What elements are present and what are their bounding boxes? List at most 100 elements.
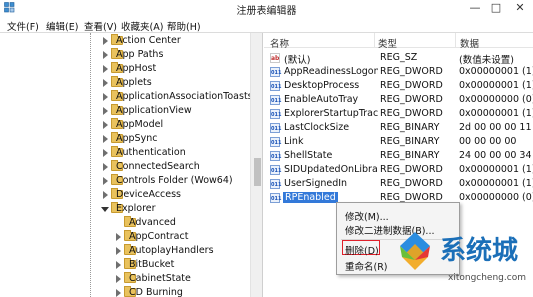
tree-item[interactable]: CD Burning [0, 286, 250, 297]
value-row[interactable]: 011 ExplorerStartupTrac... REG_DWORD 0x0… [264, 107, 533, 121]
expand-arrow-icon[interactable] [103, 37, 108, 45]
tree-scrollbar[interactable] [250, 33, 262, 297]
expand-arrow-icon[interactable] [103, 149, 108, 157]
column-divider[interactable] [455, 33, 456, 48]
value-name: LastClockSize [284, 122, 350, 133]
expand-arrow-icon[interactable] [116, 233, 121, 241]
window-title: 注册表编辑器 [236, 6, 297, 17]
tree-item[interactable]: Applets [0, 76, 250, 90]
tree-item[interactable]: Advanced [0, 216, 250, 230]
value-row[interactable]: 011 DesktopProcess REG_DWORD 0x00000001 … [264, 79, 533, 93]
column-divider[interactable] [374, 33, 375, 48]
value-name: SIDUpdatedOnLibra... [284, 164, 378, 175]
tree-item[interactable]: ApplicationView [0, 104, 250, 118]
value-type: REG_DWORD [380, 108, 443, 119]
tree-item[interactable]: AppSync [0, 132, 250, 146]
collapse-arrow-icon[interactable] [101, 207, 109, 212]
value-row[interactable]: ab (默认) REG_SZ (数值未设置) [264, 51, 533, 66]
expand-arrow-icon[interactable] [116, 275, 121, 283]
menu-file[interactable]: 文件(F) [7, 19, 39, 33]
watermark-text: 系统城 [440, 236, 519, 266]
binary-value-icon: 011 [270, 151, 281, 161]
tree-scrollbar-thumb[interactable] [254, 158, 261, 186]
tree-item-label: CabinetState [129, 273, 191, 284]
tree-item-label: AppContract [129, 231, 189, 242]
string-value-icon: ab [270, 53, 280, 63]
tree-item[interactable]: Authentication [0, 146, 250, 160]
value-data: 0x00000000 (0) [459, 192, 533, 203]
tree-item[interactable]: CabinetState [0, 272, 250, 286]
tree-item[interactable]: AppContract [0, 230, 250, 244]
expand-arrow-icon[interactable] [103, 107, 108, 115]
expand-arrow-icon[interactable] [103, 93, 108, 101]
value-data: 00 00 00 00 [459, 136, 517, 147]
value-row[interactable]: 011 SIDUpdatedOnLibra... REG_DWORD 0x000… [264, 163, 533, 177]
value-type: REG_SZ [380, 52, 418, 63]
tree-item-label: AppModel [116, 119, 164, 130]
expand-arrow-icon[interactable] [103, 163, 108, 171]
value-type: REG_DWORD [380, 66, 443, 77]
binary-value-icon: 011 [270, 193, 281, 203]
tree-item[interactable]: AutoplayHandlers [0, 244, 250, 258]
tree-item-label: DeviceAccess [116, 189, 182, 200]
close-button[interactable]: ✕ [507, 0, 533, 16]
tree-item[interactable]: AppModel [0, 118, 250, 132]
value-data: 0x00000001 (1) [459, 80, 533, 91]
tree-item[interactable]: Controls Folder (Wow64) [0, 174, 250, 188]
value-row[interactable]: 011 AppReadinessLogon... REG_DWORD 0x000… [264, 65, 533, 79]
value-row[interactable]: 011 EnableAutoTray REG_DWORD 0x00000000 … [264, 93, 533, 107]
value-row[interactable]: 011 Link REG_BINARY 00 00 00 00 [264, 135, 533, 149]
value-type: REG_BINARY [380, 150, 440, 161]
expand-arrow-icon[interactable] [116, 247, 121, 255]
expand-arrow-icon[interactable] [103, 65, 108, 73]
watermark-url: xitongcheng.com [448, 273, 526, 283]
maximize-button[interactable]: □ [486, 0, 506, 16]
value-name: (默认) [284, 55, 311, 66]
tree-item[interactable]: DeviceAccess [0, 188, 250, 202]
context-menu-rename[interactable]: 重命名(R) [345, 259, 388, 273]
tree-item[interactable]: AppHost [0, 62, 250, 76]
menu-favorites[interactable]: 收藏夹(A) [121, 19, 163, 33]
value-type: REG_DWORD [380, 164, 443, 175]
value-data: 2d 00 00 00 11 [459, 122, 532, 133]
column-header-type[interactable]: 类型 [378, 36, 397, 50]
menu-edit[interactable]: 编辑(E) [46, 19, 78, 33]
context-menu-delete[interactable]: 删除(D) [345, 243, 379, 257]
tree-item[interactable]: App Paths [0, 48, 250, 62]
tree-item-label: Applets [116, 77, 152, 88]
expand-arrow-icon[interactable] [103, 135, 108, 143]
value-row[interactable]: 011 LastClockSize REG_BINARY 2d 00 00 00… [264, 121, 533, 135]
expand-arrow-icon[interactable] [103, 177, 108, 185]
value-name: Link [284, 136, 304, 147]
minimize-button[interactable]: — [465, 0, 485, 16]
tree-item[interactable]: Action Center [0, 34, 250, 48]
expand-arrow-icon[interactable] [116, 289, 121, 297]
expand-arrow-icon[interactable] [103, 191, 108, 199]
expand-arrow-icon[interactable] [116, 261, 121, 269]
value-data: 0x00000001 (1) [459, 178, 533, 189]
tree-item[interactable]: BitBucket [0, 258, 250, 272]
menu-view[interactable]: 查看(V) [84, 19, 117, 33]
tree-item-label: App Paths [116, 49, 164, 60]
tree-item-explorer[interactable]: Explorer [0, 202, 250, 216]
tree-item-label: ApplicationAssociationToasts [116, 91, 253, 102]
expand-arrow-icon[interactable] [103, 79, 108, 87]
context-menu-modify[interactable]: 修改(M)... [345, 209, 389, 223]
value-name: ExplorerStartupTrac... [284, 108, 378, 119]
expand-arrow-icon[interactable] [103, 121, 108, 129]
registry-key-tree[interactable]: Action Center App Paths AppHost Applets … [0, 33, 263, 297]
column-header-name[interactable]: 名称 [270, 36, 289, 50]
tree-item-label: CD Burning [129, 287, 183, 297]
value-row[interactable]: 011 UserSignedIn REG_DWORD 0x00000001 (1… [264, 177, 533, 191]
menu-help[interactable]: 帮助(H) [167, 19, 201, 33]
column-header-data[interactable]: 数据 [460, 36, 479, 50]
value-row[interactable]: 011 ShellState REG_BINARY 24 00 00 00 34… [264, 149, 533, 163]
tree-item[interactable]: ApplicationAssociationToasts [0, 90, 253, 104]
expand-arrow-icon[interactable] [103, 51, 108, 59]
tree-item-label: AppSync [116, 133, 158, 144]
value-name: AppReadinessLogon... [284, 66, 378, 77]
value-type: REG_BINARY [380, 136, 440, 147]
value-name: DesktopProcess [284, 80, 360, 91]
tree-item[interactable]: ConnectedSearch [0, 160, 250, 174]
tree-item-label: Action Center [116, 35, 181, 46]
